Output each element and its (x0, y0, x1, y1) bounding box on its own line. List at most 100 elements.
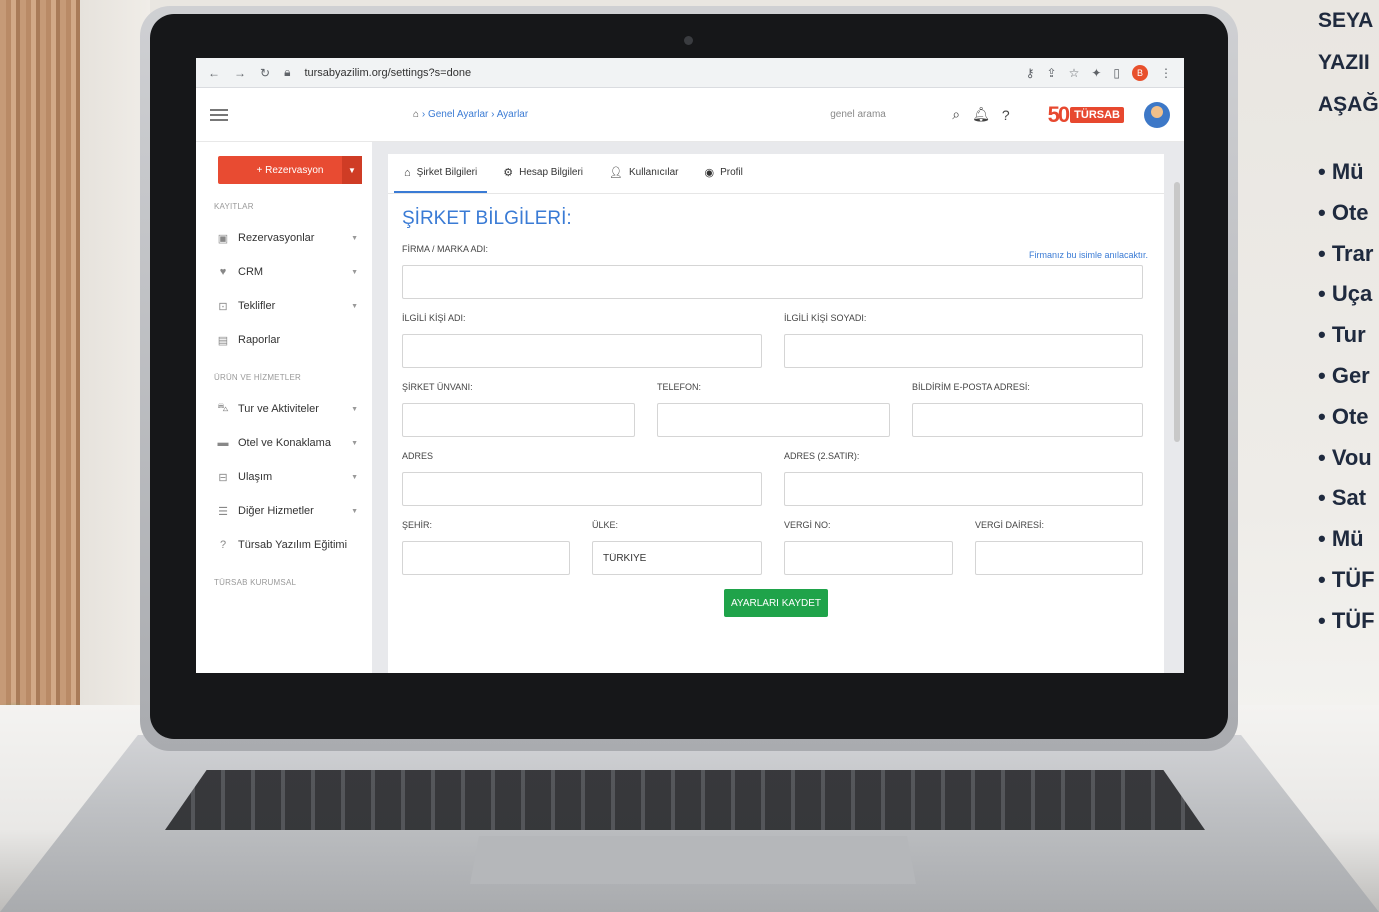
promo-item: Ote (1318, 193, 1379, 234)
form-row: ŞİRKET ÜNVANI: TELEFON: BİLDİRİM E-POSTA… (402, 382, 1150, 437)
bed-icon: ▬ (217, 437, 229, 449)
phone-field-group: TELEFON: (657, 382, 890, 437)
sidebar-item-label: Otel ve Konaklama (238, 437, 331, 449)
home-icon[interactable]: ⌂ (413, 109, 419, 120)
extensions-icon[interactable]: ✦ (1091, 66, 1101, 80)
sidebar-item-tours[interactable]: ⛍ Tur ve Aktiviteler ▼ (204, 392, 364, 426)
tab-label: Kullanıcılar (629, 167, 679, 178)
settings-tabs: ⌂ Şirket Bilgileri ⚙ Hesap Bilgileri 👤︎ Kul… (388, 154, 1164, 194)
star-icon[interactable]: ☆ (1069, 66, 1080, 80)
key-icon[interactable]: ⚷ (1026, 66, 1035, 80)
promo-item: Vou (1318, 438, 1379, 479)
tax-no-field[interactable] (784, 541, 953, 575)
phone-label: TELEFON: (657, 382, 702, 392)
bell-icon[interactable]: 🔔︎ (972, 106, 990, 123)
sidebar-item-training[interactable]: ? Türsab Yazılım Eğitimi (204, 528, 364, 562)
promo-item: TÜF (1318, 601, 1379, 642)
share-icon[interactable]: ⇪ (1047, 66, 1057, 80)
chevron-down-icon: ▼ (351, 268, 358, 276)
chevron-down-icon: ▼ (351, 234, 358, 242)
hamburger-icon[interactable] (210, 108, 228, 121)
app-header: ⌂ › Genel Ayarlar › Ayarlar genel arama … (196, 88, 1184, 142)
contact-last-field[interactable] (784, 334, 1143, 368)
back-icon[interactable]: ← (208, 66, 220, 80)
city-field[interactable] (402, 541, 570, 575)
avatar[interactable] (1144, 101, 1170, 128)
promo-heading-2: YAZII (1318, 51, 1370, 74)
help-icon: ? (219, 539, 227, 551)
sidebar-section-records: KAYITLAR (214, 202, 254, 211)
chart-icon: ▤ (217, 334, 229, 347)
sidebar-item-reservations[interactable]: ▣ Rezervasyonlar ▼ (204, 221, 364, 255)
save-settings-button[interactable]: AYARLARI KAYDET (724, 589, 828, 617)
wooden-wall (0, 0, 80, 705)
laptop-screen: ← → ↻ 🔒︎ tursabyazilim.org/settings?s=do… (196, 58, 1184, 673)
main-content: ⌂ Şirket Bilgileri ⚙ Hesap Bilgileri 👤︎ Kul… (372, 142, 1184, 673)
breadcrumb-item[interactable]: Genel Ayarlar (428, 109, 488, 120)
camera-icon (684, 36, 693, 45)
tab-company-info[interactable]: ⌂ Şirket Bilgileri (394, 154, 488, 193)
sidebar-item-label: Raporlar (238, 334, 281, 346)
tax-office-field-group: VERGİ DAİRESİ: (975, 520, 1143, 575)
scrollbar[interactable] (1174, 182, 1180, 442)
company-title-field[interactable] (402, 403, 635, 437)
car-icon: ⊟ (218, 471, 228, 484)
list-icon: ☰ (218, 505, 228, 518)
sidepanel-icon[interactable]: ▯ (1113, 66, 1120, 80)
email-field[interactable] (912, 403, 1143, 437)
contact-first-field[interactable] (402, 334, 762, 368)
tab-users[interactable]: 👤︎ Kullanıcılar (599, 154, 688, 193)
sidebar-item-other-services[interactable]: ☰ Diğer Hizmetler ▼ (204, 494, 364, 528)
city-label: ŞEHİR: (402, 520, 433, 530)
help-icon[interactable]: ? (1002, 107, 1010, 123)
company-name-field[interactable] (402, 265, 1143, 299)
menu-icon[interactable]: ⋮ (1160, 66, 1172, 80)
sidebar-item-label: Türsab Yazılım Eğitimi (238, 539, 348, 551)
promo-item: Mü (1318, 152, 1379, 193)
profile-badge[interactable]: B (1132, 64, 1148, 81)
promo-item: Uça (1318, 274, 1379, 315)
tursab-logo: 50 TÜRSAB (1048, 102, 1124, 128)
address2-field[interactable] (784, 472, 1143, 506)
promo-heading-1: SEYA (1318, 9, 1374, 32)
tab-account-info[interactable]: ⚙ Hesap Bilgileri (493, 154, 593, 193)
new-reservation-button[interactable]: + Rezervasyon ▼ (218, 156, 362, 184)
chevron-down-icon[interactable]: ▼ (342, 156, 362, 184)
address-field[interactable] (402, 472, 762, 506)
promo-item: Sat (1318, 478, 1379, 519)
browser-actions: ⚷ ⇪ ☆ ✦ ▯ B ⋮ (1026, 64, 1172, 81)
logo-text: TÜRSAB (1070, 106, 1124, 123)
forward-icon[interactable]: → (234, 66, 246, 80)
sidebar-item-offers[interactable]: ⊡ Teklifler ▼ (204, 289, 364, 323)
address-bar[interactable]: tursabyazilim.org/settings?s=done (304, 67, 1011, 79)
settings-card: ⌂ Şirket Bilgileri ⚙ Hesap Bilgileri 👤︎ Kul… (388, 154, 1164, 673)
tab-label: Hesap Bilgileri (519, 167, 584, 178)
search-input[interactable]: genel arama (830, 109, 940, 120)
sidebar-section-corporate: TÜRSAB KURUMSAL (214, 578, 297, 587)
address-field-group: ADRES (402, 451, 762, 506)
sidebar-item-label: Rezervasyonlar (238, 232, 315, 244)
sidebar-item-hotels[interactable]: ▬ Otel ve Konaklama ▼ (204, 426, 364, 460)
country-field[interactable] (592, 541, 762, 575)
country-field-group: ÜLKE: (592, 520, 762, 575)
tax-no-field-group: VERGİ NO: (784, 520, 953, 575)
sidebar-item-label: Diğer Hizmetler (238, 505, 314, 517)
promo-heading-3: AŞAĞ (1318, 93, 1379, 116)
reload-icon[interactable]: ↻ (260, 66, 270, 80)
contact-last-label: İLGİLİ KİŞİ SOYADI: (784, 313, 867, 323)
breadcrumb-item[interactable]: Ayarlar (497, 109, 529, 120)
country-label: ÜLKE: (592, 520, 619, 530)
search-icon[interactable]: ⌕ (952, 106, 960, 123)
sidebar-item-transport[interactable]: ⊟ Ulaşım ▼ (204, 460, 364, 494)
promo-item: Tur (1318, 315, 1379, 356)
sidebar-item-crm[interactable]: ♥ CRM ▼ (204, 255, 364, 289)
user-icon: 👤︎ (609, 167, 623, 179)
email-field-group: BİLDİRİM E-POSTA ADRESİ: (912, 382, 1143, 437)
calendar-icon: ▣ (217, 232, 229, 245)
tab-profile[interactable]: ◉ Profil (694, 154, 752, 193)
tax-office-field[interactable] (975, 541, 1143, 575)
sidebar-item-reports[interactable]: ▤ Raporlar (204, 323, 364, 357)
home-icon: ⌂ (404, 166, 411, 179)
address2-label: ADRES (2.SATIR): (784, 451, 860, 461)
phone-field[interactable] (657, 403, 890, 437)
